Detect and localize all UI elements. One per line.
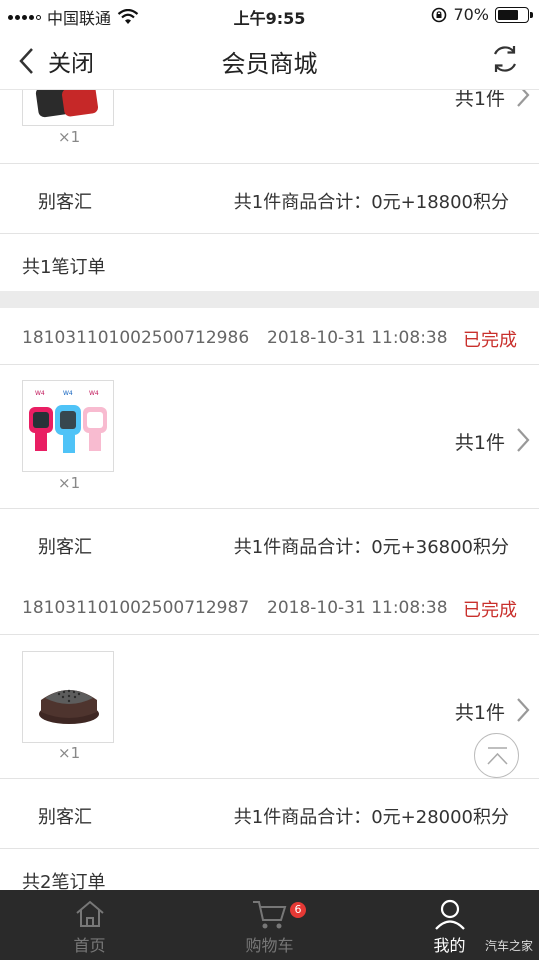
divider xyxy=(0,778,539,779)
order-time: 2018-10-31 11:08:38 xyxy=(267,328,448,348)
chevron-right-icon[interactable] xyxy=(515,697,531,723)
item-quantity: ×1 xyxy=(58,744,81,762)
battery-icon xyxy=(495,6,533,23)
order-total: 共1件商品合计：0元+36800积分 xyxy=(233,537,509,558)
cart-icon xyxy=(252,901,286,929)
order-total: 共1件商品合计：0元+28000积分 xyxy=(233,807,509,828)
product-image: W4 W4 W4 xyxy=(29,390,107,453)
order-time: 2018-10-31 11:08:38 xyxy=(267,598,448,618)
product-thumbnail[interactable] xyxy=(22,90,114,126)
shop-name: 别客汇 xyxy=(38,537,92,558)
divider xyxy=(0,848,539,849)
divider xyxy=(0,233,539,234)
item-count[interactable]: 共1件 xyxy=(455,698,505,725)
orders-count: 共2笔订单 xyxy=(22,872,106,890)
item-quantity: ×1 xyxy=(58,474,81,492)
orders-count: 共1笔订单 xyxy=(22,257,106,278)
order-list[interactable]: ×1 共1件 别客汇 共1件商品合计：0元+18800积分 共1笔订单 1810… xyxy=(0,90,539,890)
rotation-lock-icon xyxy=(432,7,447,22)
chevron-up-icon xyxy=(487,747,508,765)
status-badge: 已完成 xyxy=(463,330,517,351)
tab-label: 购物车 xyxy=(245,936,294,955)
home-icon xyxy=(75,900,104,927)
item-count[interactable]: 共1件 xyxy=(455,428,505,455)
cart-badge: 6 xyxy=(290,902,306,918)
shop-name: 别客汇 xyxy=(38,807,92,828)
status-bar: 中国联通 上午9:55 70% xyxy=(0,0,539,30)
battery-percent: 70% xyxy=(453,5,489,24)
thumb-caption: W4 xyxy=(63,390,73,397)
thumb-caption: W4 xyxy=(35,390,45,397)
tab-label: 首页 xyxy=(73,936,106,955)
status-badge: 已完成 xyxy=(463,600,517,621)
user-icon xyxy=(434,899,465,930)
item-count[interactable]: 共1件 xyxy=(455,90,505,111)
scroll-to-top-button[interactable] xyxy=(474,733,519,778)
tab-cart[interactable]: 6 购物车 xyxy=(180,890,359,960)
order-total: 共1件商品合计：0元+18800积分 xyxy=(233,192,509,213)
product-thumbnail[interactable] xyxy=(22,651,114,743)
product-image xyxy=(35,90,99,118)
divider xyxy=(0,163,539,164)
chevron-right-icon[interactable] xyxy=(515,90,531,108)
product-image xyxy=(39,689,99,724)
chevron-right-icon[interactable] xyxy=(515,427,531,453)
order-number: 181031101002500712986 xyxy=(22,328,250,348)
group-separator xyxy=(0,291,539,308)
product-thumbnail[interactable]: W4 W4 W4 xyxy=(22,380,114,472)
status-right: 70% xyxy=(431,5,533,24)
shop-name: 别客汇 xyxy=(38,192,92,213)
thumb-caption: W4 xyxy=(89,390,99,397)
tab-home[interactable]: 首页 xyxy=(0,890,179,960)
watermark: 汽车之家 xyxy=(484,939,533,953)
nav-bar: 关闭 会员商城 xyxy=(0,30,539,90)
divider xyxy=(0,364,539,365)
tab-bar: 首页 6 购物车 我的 xyxy=(0,890,539,960)
divider xyxy=(0,508,539,509)
refresh-icon[interactable] xyxy=(489,43,521,75)
order-number: 181031101002500712987 xyxy=(22,598,250,618)
page-title: 会员商城 xyxy=(221,50,318,78)
divider xyxy=(0,634,539,635)
item-quantity: ×1 xyxy=(58,128,81,146)
